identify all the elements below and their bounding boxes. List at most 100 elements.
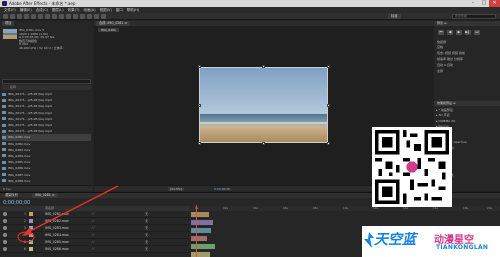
label-color-swatch[interactable]	[29, 247, 33, 251]
project-search-input[interactable]	[2, 79, 91, 84]
tab-timeline-comp[interactable]: IMG_0281 ≡	[32, 193, 58, 198]
video-file-icon	[2, 148, 6, 152]
visibility-eye-icon[interactable]	[3, 247, 7, 251]
layer-switches[interactable]: ⁄ ⁄	[92, 239, 94, 245]
pan-behind-tool-icon[interactable]	[45, 14, 50, 19]
visibility-eye-icon[interactable]	[3, 226, 7, 230]
maximize-button[interactable]: □	[479, 0, 489, 7]
label-color-swatch[interactable]	[29, 219, 33, 223]
play-icon[interactable]: ▶	[456, 30, 462, 35]
clone-stamp-tool-icon[interactable]	[80, 14, 85, 19]
parent-dropdown[interactable]: 无	[145, 246, 148, 252]
layer-name: IMG_0284.mov	[45, 233, 69, 237]
file-name: IMG_0284.mov	[8, 153, 31, 158]
table-row[interactable]: 2 IMG_0282.mov ⁄ ⁄ 无	[0, 218, 190, 225]
hand-tool-icon[interactable]	[17, 14, 22, 19]
camera-tool-icon[interactable]	[38, 14, 43, 19]
visibility-eye-icon[interactable]	[3, 233, 7, 237]
pen-tool-icon[interactable]	[59, 14, 64, 19]
first-frame-icon[interactable]: ⏮	[438, 30, 444, 35]
layer-switches[interactable]: ⁄ ⁄	[92, 211, 94, 217]
tab-render-queue[interactable]: 渲染队列	[2, 193, 21, 198]
home-icon[interactable]	[3, 14, 8, 19]
mask-tool-icon[interactable]	[52, 14, 57, 19]
transform-handle[interactable]	[327, 142, 330, 145]
table-row[interactable]: 3 IMG_0283.mov ⁄ ⁄ 无	[0, 225, 190, 232]
brush-tool-icon[interactable]	[73, 14, 78, 19]
text-tool-icon[interactable]	[66, 14, 71, 19]
layer-switches[interactable]: ⁄ ⁄	[92, 246, 94, 252]
video-file-icon	[2, 166, 6, 170]
file-name: IMG_0281.mov	[8, 135, 31, 140]
transform-handle[interactable]	[198, 142, 201, 145]
tab-preview[interactable]: 预览 ≡	[434, 21, 500, 26]
zoom-dropdown[interactable]: (31.5%)	[168, 187, 184, 191]
layer-duration-bar[interactable]	[191, 244, 215, 249]
video-file-icon	[2, 104, 6, 108]
video-file-icon	[2, 92, 6, 96]
transform-handle[interactable]	[198, 65, 201, 68]
layer-name: IMG_0286.mov	[45, 247, 69, 251]
visibility-eye-icon[interactable]	[3, 240, 7, 244]
label-color-swatch[interactable]	[29, 212, 33, 216]
selection-tool-icon[interactable]	[10, 14, 15, 19]
composition-breadcrumb[interactable]: IMG_0281	[98, 28, 119, 32]
close-button[interactable]: ✕	[489, 0, 500, 7]
minimize-button[interactable]: –	[468, 0, 478, 7]
layer-duration-bar[interactable]	[191, 220, 213, 225]
label-color-swatch[interactable]	[29, 233, 33, 237]
transform-handle[interactable]	[198, 104, 201, 107]
tab-effects-presets[interactable]: 效果和预设 ≡	[434, 101, 500, 106]
layer-switches[interactable]: ⁄ ⁄	[92, 225, 94, 231]
label-color-swatch[interactable]	[29, 226, 33, 230]
workspace-button[interactable]: 标准	[388, 14, 401, 19]
preview-setting[interactable]: 空格	[437, 45, 443, 50]
visibility-eye-icon[interactable]	[3, 219, 7, 223]
eraser-tool-icon[interactable]	[87, 14, 92, 19]
last-frame-icon[interactable]: ⏭	[474, 30, 480, 35]
qr-code-pattern	[375, 130, 449, 204]
tab-project[interactable]: 项目	[2, 21, 15, 26]
beach-scene-sand	[200, 125, 327, 142]
parent-dropdown[interactable]: 无	[145, 239, 148, 245]
transform-handle[interactable]	[262, 142, 265, 145]
parent-dropdown[interactable]: 无	[145, 225, 148, 231]
previous-frame-icon[interactable]: ◀	[447, 30, 453, 35]
transform-handle[interactable]	[327, 104, 330, 107]
help-search-input[interactable]: 搜索帮助	[452, 14, 496, 19]
preview-setting[interactable]: 自动 0 自动	[437, 63, 453, 68]
video-file-icon	[2, 123, 6, 127]
parent-dropdown[interactable]: 无	[145, 232, 148, 238]
composition-viewer[interactable]	[199, 67, 328, 143]
layer-switches[interactable]: ⁄ ⁄	[92, 218, 94, 224]
project-footer[interactable]: 8 bpc	[0, 185, 93, 191]
roto-brush-tool-icon[interactable]	[94, 14, 99, 19]
table-row[interactable]: 4 IMG_0284.mov ⁄ ⁄ 无	[0, 232, 190, 239]
preview-setting: 包含: 视频 音频 叠加	[437, 51, 465, 55]
zoom-tool-icon[interactable]	[24, 14, 29, 19]
project-column-header[interactable]: 名称	[2, 85, 91, 90]
preview-setting[interactable]: 全屏	[437, 69, 443, 74]
transform-handle[interactable]	[262, 65, 265, 68]
layer-name: IMG_0283.mov	[45, 226, 69, 230]
layer-duration-bar[interactable]	[191, 236, 207, 241]
table-row[interactable]: 6 IMG_0286.mov ⁄ ⁄ 无	[0, 246, 190, 253]
table-row[interactable]: 5 IMG_0285.mov ⁄ ⁄ 无	[0, 239, 190, 246]
composition-timecode[interactable]: 0;00;00;00	[214, 187, 230, 191]
puppet-tool-icon[interactable]	[101, 14, 106, 19]
layer-duration-bar[interactable]	[191, 252, 210, 257]
file-name: IMG_20171...(25.95 fps).mp4	[8, 123, 52, 128]
tab-composition[interactable]: 合成: IMG_0281 ≡	[96, 21, 131, 26]
table-row[interactable]: 1 IMG_0281.mov ⁄ ⁄ 无	[0, 211, 190, 218]
layer-duration-bar[interactable]	[191, 228, 211, 233]
layer-switches[interactable]: ⁄ ⁄	[92, 232, 94, 238]
current-time-indicator[interactable]	[196, 205, 197, 257]
parent-dropdown[interactable]: 无	[145, 218, 148, 224]
label-color-swatch[interactable]	[29, 240, 33, 244]
layer-duration-bar[interactable]	[191, 212, 209, 217]
transform-handle[interactable]	[327, 65, 330, 68]
rotate-tool-icon[interactable]	[31, 14, 36, 19]
parent-dropdown[interactable]: 无	[145, 211, 148, 217]
next-frame-icon[interactable]: ▶▏	[465, 30, 471, 35]
visibility-eye-icon[interactable]	[3, 212, 7, 216]
